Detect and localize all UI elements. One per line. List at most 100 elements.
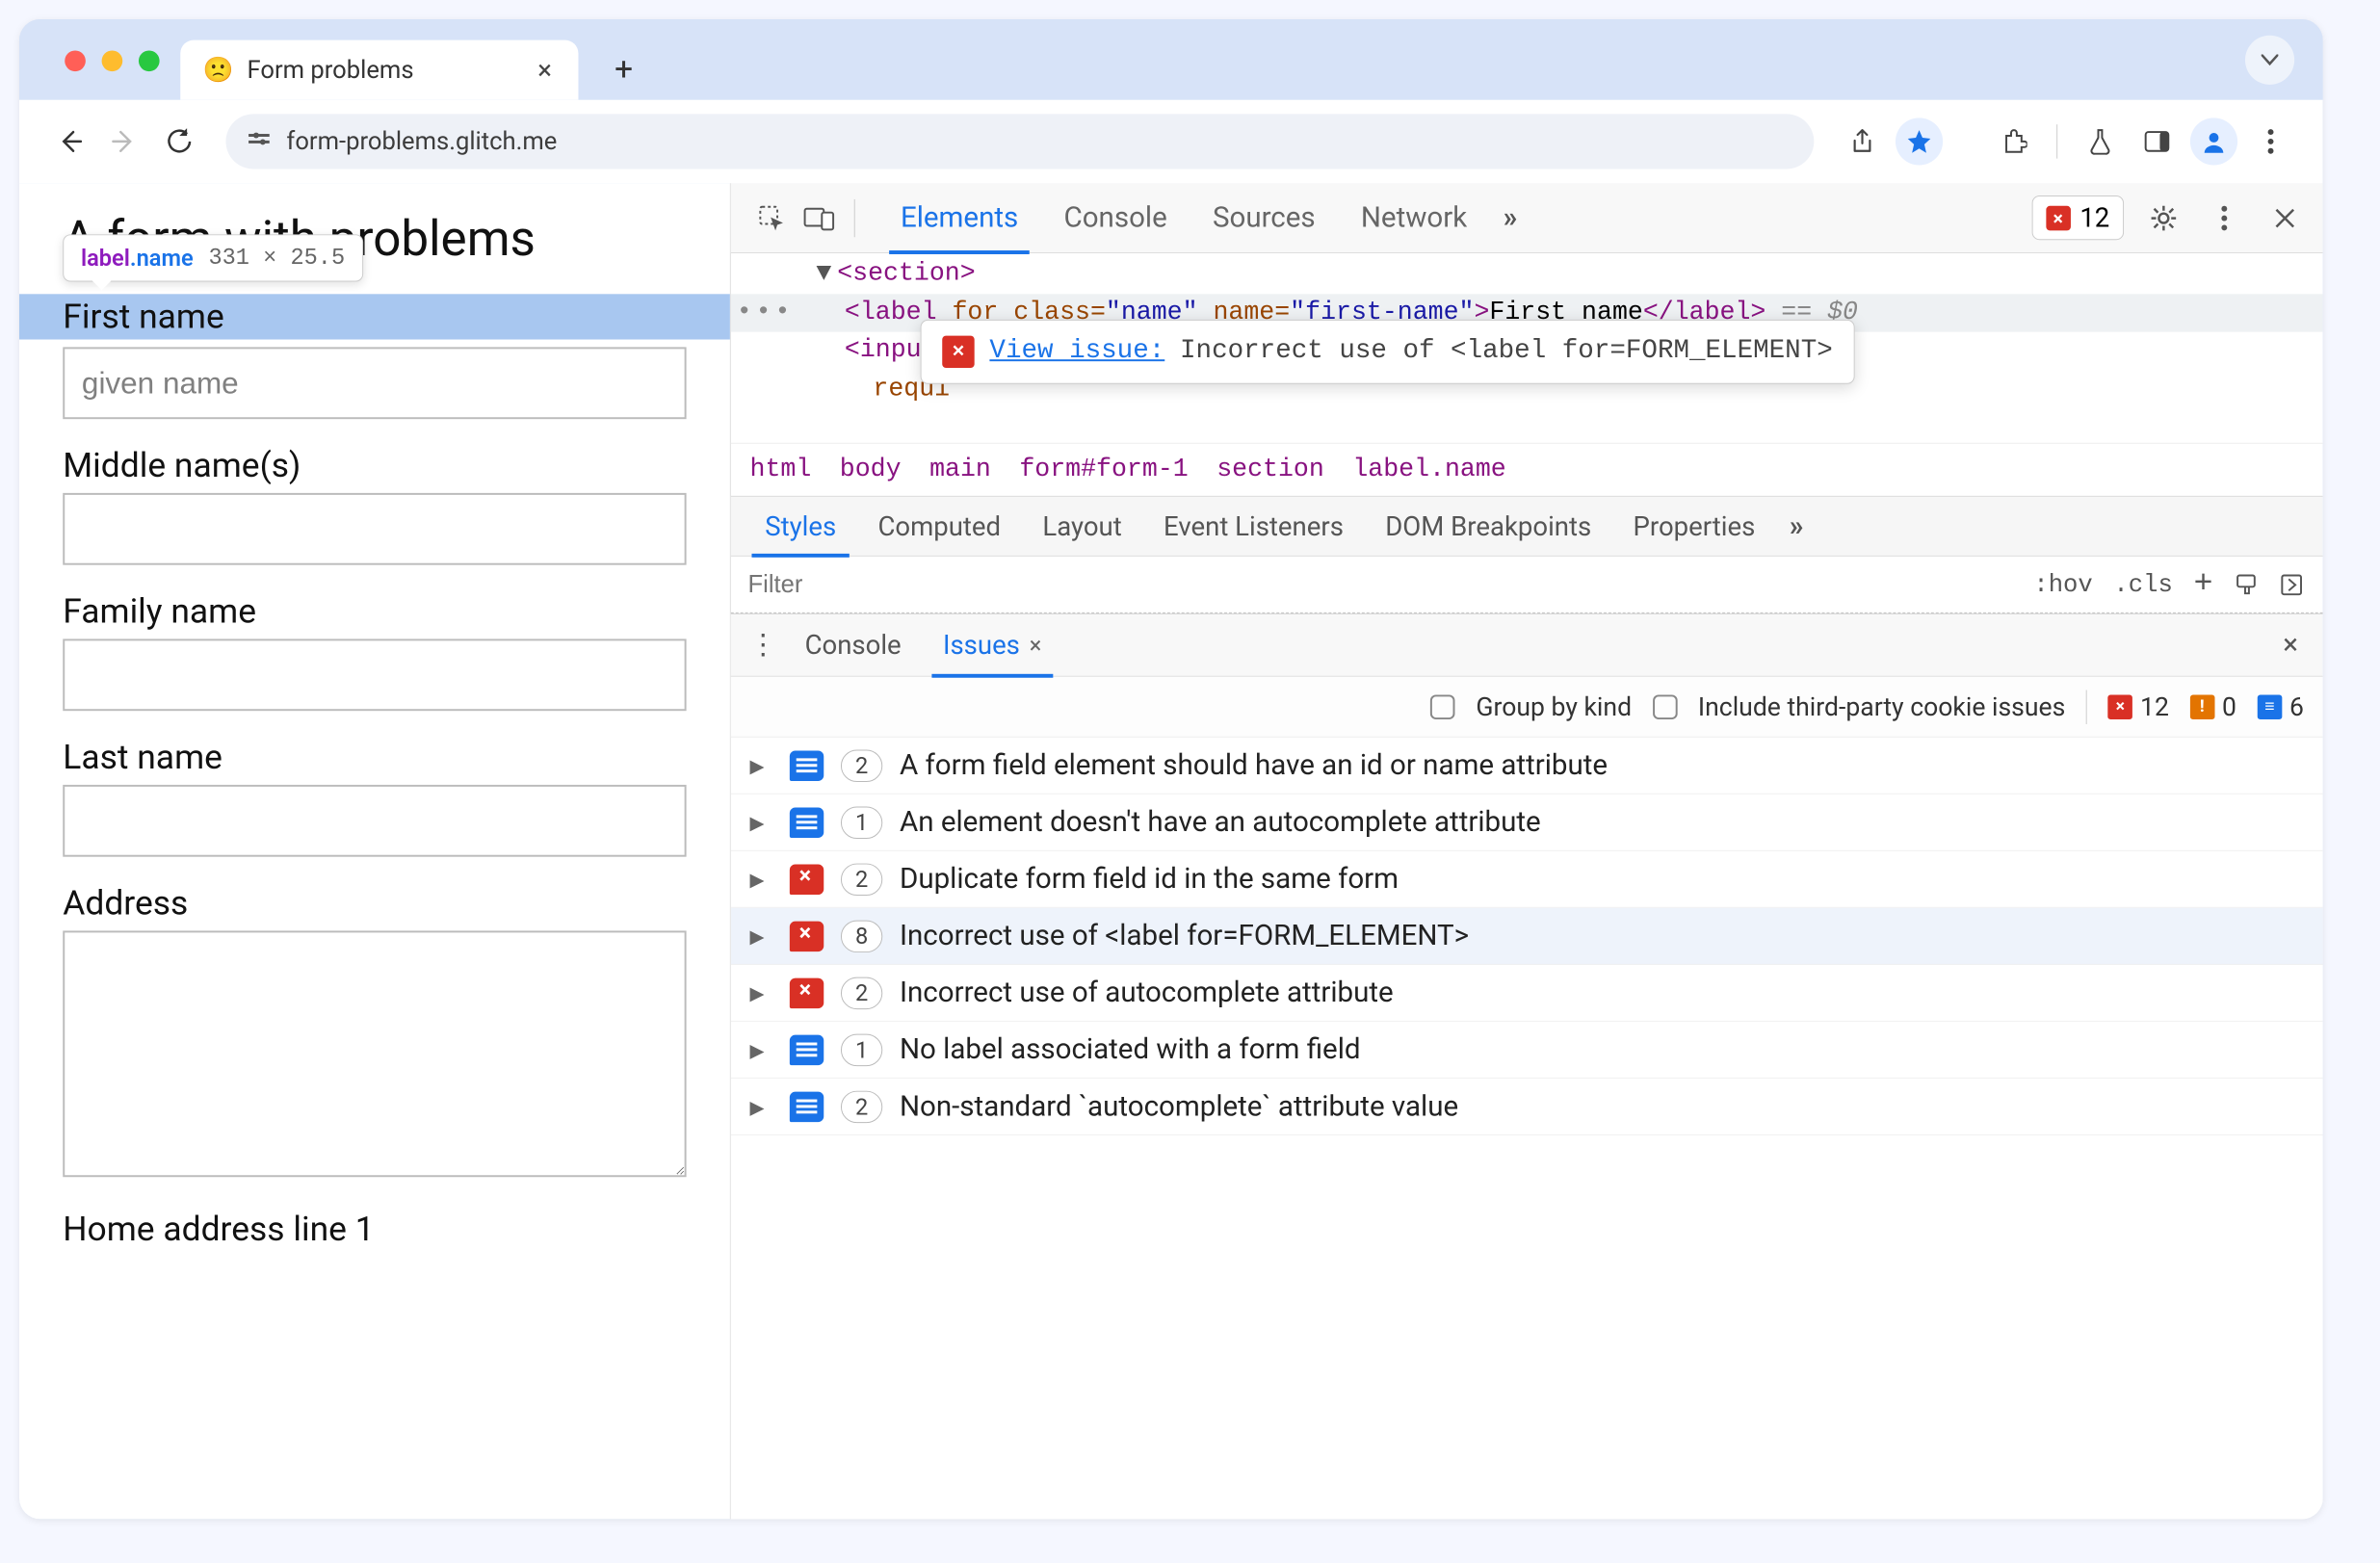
site-settings-icon[interactable] — [247, 129, 272, 154]
more-styles-tabs-button[interactable]: » — [1790, 509, 1800, 542]
dom-section-line[interactable]: ▼<section> — [731, 255, 2323, 294]
info-icon: ≡ — [2258, 694, 2283, 719]
close-tab-icon[interactable]: × — [530, 53, 559, 87]
styles-tab-layout[interactable]: Layout — [1022, 496, 1143, 557]
third-party-checkbox[interactable] — [1653, 694, 1678, 719]
group-by-kind-checkbox[interactable] — [1430, 694, 1455, 719]
expand-icon[interactable]: ▶ — [750, 868, 773, 891]
flask-icon — [2088, 127, 2113, 156]
expand-icon[interactable]: ▶ — [750, 754, 773, 777]
browser-tab[interactable]: 🙁 Form problems × — [180, 40, 578, 100]
dom-tree[interactable]: ▼<section> ••• <label for class="name" n… — [731, 253, 2323, 443]
breadcrumb[interactable]: section — [1216, 456, 1324, 484]
new-style-rule-button[interactable]: + — [2193, 566, 2212, 602]
issue-row[interactable]: ▶2Incorrect use of autocomplete attribut… — [731, 965, 2323, 1022]
close-window-icon[interactable] — [65, 50, 86, 71]
issue-row[interactable]: ▶1No label associated with a form field — [731, 1022, 2323, 1079]
cls-button[interactable]: .cls — [2113, 570, 2172, 599]
computed-toggle-icon[interactable] — [2279, 572, 2304, 597]
issue-count-badge: 2 — [841, 977, 882, 1008]
breadcrumb[interactable]: body — [840, 456, 902, 484]
last-name-field[interactable] — [63, 785, 686, 857]
label-first-name: First name — [19, 294, 730, 339]
styles-tab-dom-breakpoints[interactable]: DOM Breakpoints — [1365, 496, 1612, 557]
styles-filter-input[interactable] — [731, 570, 2033, 599]
divider — [2086, 690, 2087, 723]
breadcrumb[interactable]: label.name — [1352, 456, 1505, 484]
dom-actions-icon[interactable]: ••• — [737, 294, 790, 332]
drawer-tab-console[interactable]: Console — [784, 613, 922, 676]
first-name-field[interactable] — [63, 347, 686, 419]
close-icon — [2273, 206, 2296, 229]
devtools-tab-elements[interactable]: Elements — [877, 183, 1041, 253]
info-count-badge[interactable]: ≡6 — [2258, 691, 2304, 721]
breadcrumb[interactable]: form#form-1 — [1019, 456, 1188, 484]
tab-favicon-icon: 🙁 — [203, 56, 234, 85]
label-middle-names: Middle name(s) — [63, 446, 686, 485]
middle-names-field[interactable] — [63, 493, 686, 565]
expand-icon[interactable]: ▶ — [750, 1095, 773, 1118]
styles-tab-computed[interactable]: Computed — [857, 496, 1022, 557]
close-devtools-button[interactable] — [2264, 196, 2306, 238]
warning-icon: ! — [2190, 694, 2215, 719]
more-tabs-button[interactable]: » — [1490, 201, 1527, 234]
bookmark-button[interactable] — [1896, 117, 1943, 165]
breadcrumb[interactable]: main — [929, 456, 991, 484]
expand-icon[interactable]: ▶ — [750, 1038, 773, 1061]
devtools-tab-network[interactable]: Network — [1338, 183, 1490, 253]
expand-icon[interactable]: ▶ — [750, 925, 773, 948]
drawer-tab-issues[interactable]: Issues× — [922, 613, 1062, 676]
device-toolbar-button[interactable] — [796, 195, 843, 242]
styles-brush-icon[interactable] — [2234, 572, 2259, 597]
divider — [2056, 124, 2057, 158]
reload-button[interactable] — [158, 119, 201, 163]
family-name-field[interactable] — [63, 638, 686, 711]
info-speech-icon — [790, 1034, 824, 1064]
issue-title: A form field element should have an id o… — [900, 749, 1608, 782]
devtools-menu-button[interactable] — [2204, 196, 2245, 238]
errors-badge[interactable]: × 12 — [2031, 195, 2124, 240]
warning-count-badge[interactable]: !0 — [2190, 691, 2236, 721]
extensions-button[interactable] — [1990, 117, 2037, 165]
styles-tab-styles[interactable]: Styles — [745, 496, 857, 557]
hov-button[interactable]: :hov — [2033, 570, 2092, 599]
styles-tab-properties[interactable]: Properties — [1612, 496, 1776, 557]
tooltip-tag: label — [81, 245, 130, 272]
address-field[interactable] — [63, 930, 686, 1177]
new-tab-button[interactable]: + — [599, 45, 648, 94]
third-party-label: Include third-party cookie issues — [1698, 691, 2065, 721]
minimize-window-icon[interactable] — [102, 50, 123, 71]
view-issue-link[interactable]: View issue: — [989, 332, 1164, 372]
tab-search-button[interactable] — [2245, 36, 2294, 85]
profile-button[interactable] — [2190, 117, 2237, 165]
close-drawer-button[interactable]: × — [2270, 629, 2312, 662]
experiments-button[interactable] — [2077, 117, 2124, 165]
back-button[interactable] — [48, 119, 92, 163]
side-panel-button[interactable] — [2133, 117, 2181, 165]
address-bar[interactable]: form-problems.glitch.me — [225, 114, 1814, 169]
expand-icon[interactable]: ▶ — [750, 811, 773, 834]
issue-row[interactable]: ▶1An element doesn't have an autocomplet… — [731, 795, 2323, 851]
close-drawer-tab-icon[interactable]: × — [1030, 632, 1042, 659]
maximize-window-icon[interactable] — [139, 50, 160, 71]
error-count-badge[interactable]: ×12 — [2108, 691, 2169, 721]
devtools-tab-sources[interactable]: Sources — [1190, 183, 1338, 253]
forward-button[interactable] — [103, 119, 146, 163]
drawer-more-button[interactable]: ⋮ — [743, 629, 784, 662]
avatar-icon — [2202, 129, 2227, 154]
content-area: A form with problems label.name 331 × 25… — [19, 183, 2323, 1519]
chrome-menu-button[interactable] — [2247, 117, 2294, 165]
styles-tab-event-listeners[interactable]: Event Listeners — [1142, 496, 1364, 557]
issue-row[interactable]: ▶8Incorrect use of <label for=FORM_ELEME… — [731, 908, 2323, 965]
issue-row[interactable]: ▶2Duplicate form field id in the same fo… — [731, 851, 2323, 908]
arrow-right-icon — [111, 128, 138, 155]
expand-icon[interactable]: ▶ — [750, 981, 773, 1004]
settings-button[interactable] — [2143, 196, 2184, 238]
issue-row[interactable]: ▶2Non-standard `autocomplete` attribute … — [731, 1079, 2323, 1135]
share-button[interactable] — [1839, 117, 1886, 165]
breadcrumb[interactable]: html — [750, 456, 812, 484]
issue-row[interactable]: ▶2A form field element should have an id… — [731, 738, 2323, 795]
devtools-tab-console[interactable]: Console — [1041, 183, 1190, 253]
issues-toolbar: Group by kind Include third-party cookie… — [731, 677, 2323, 738]
inspect-element-button[interactable] — [748, 195, 796, 242]
